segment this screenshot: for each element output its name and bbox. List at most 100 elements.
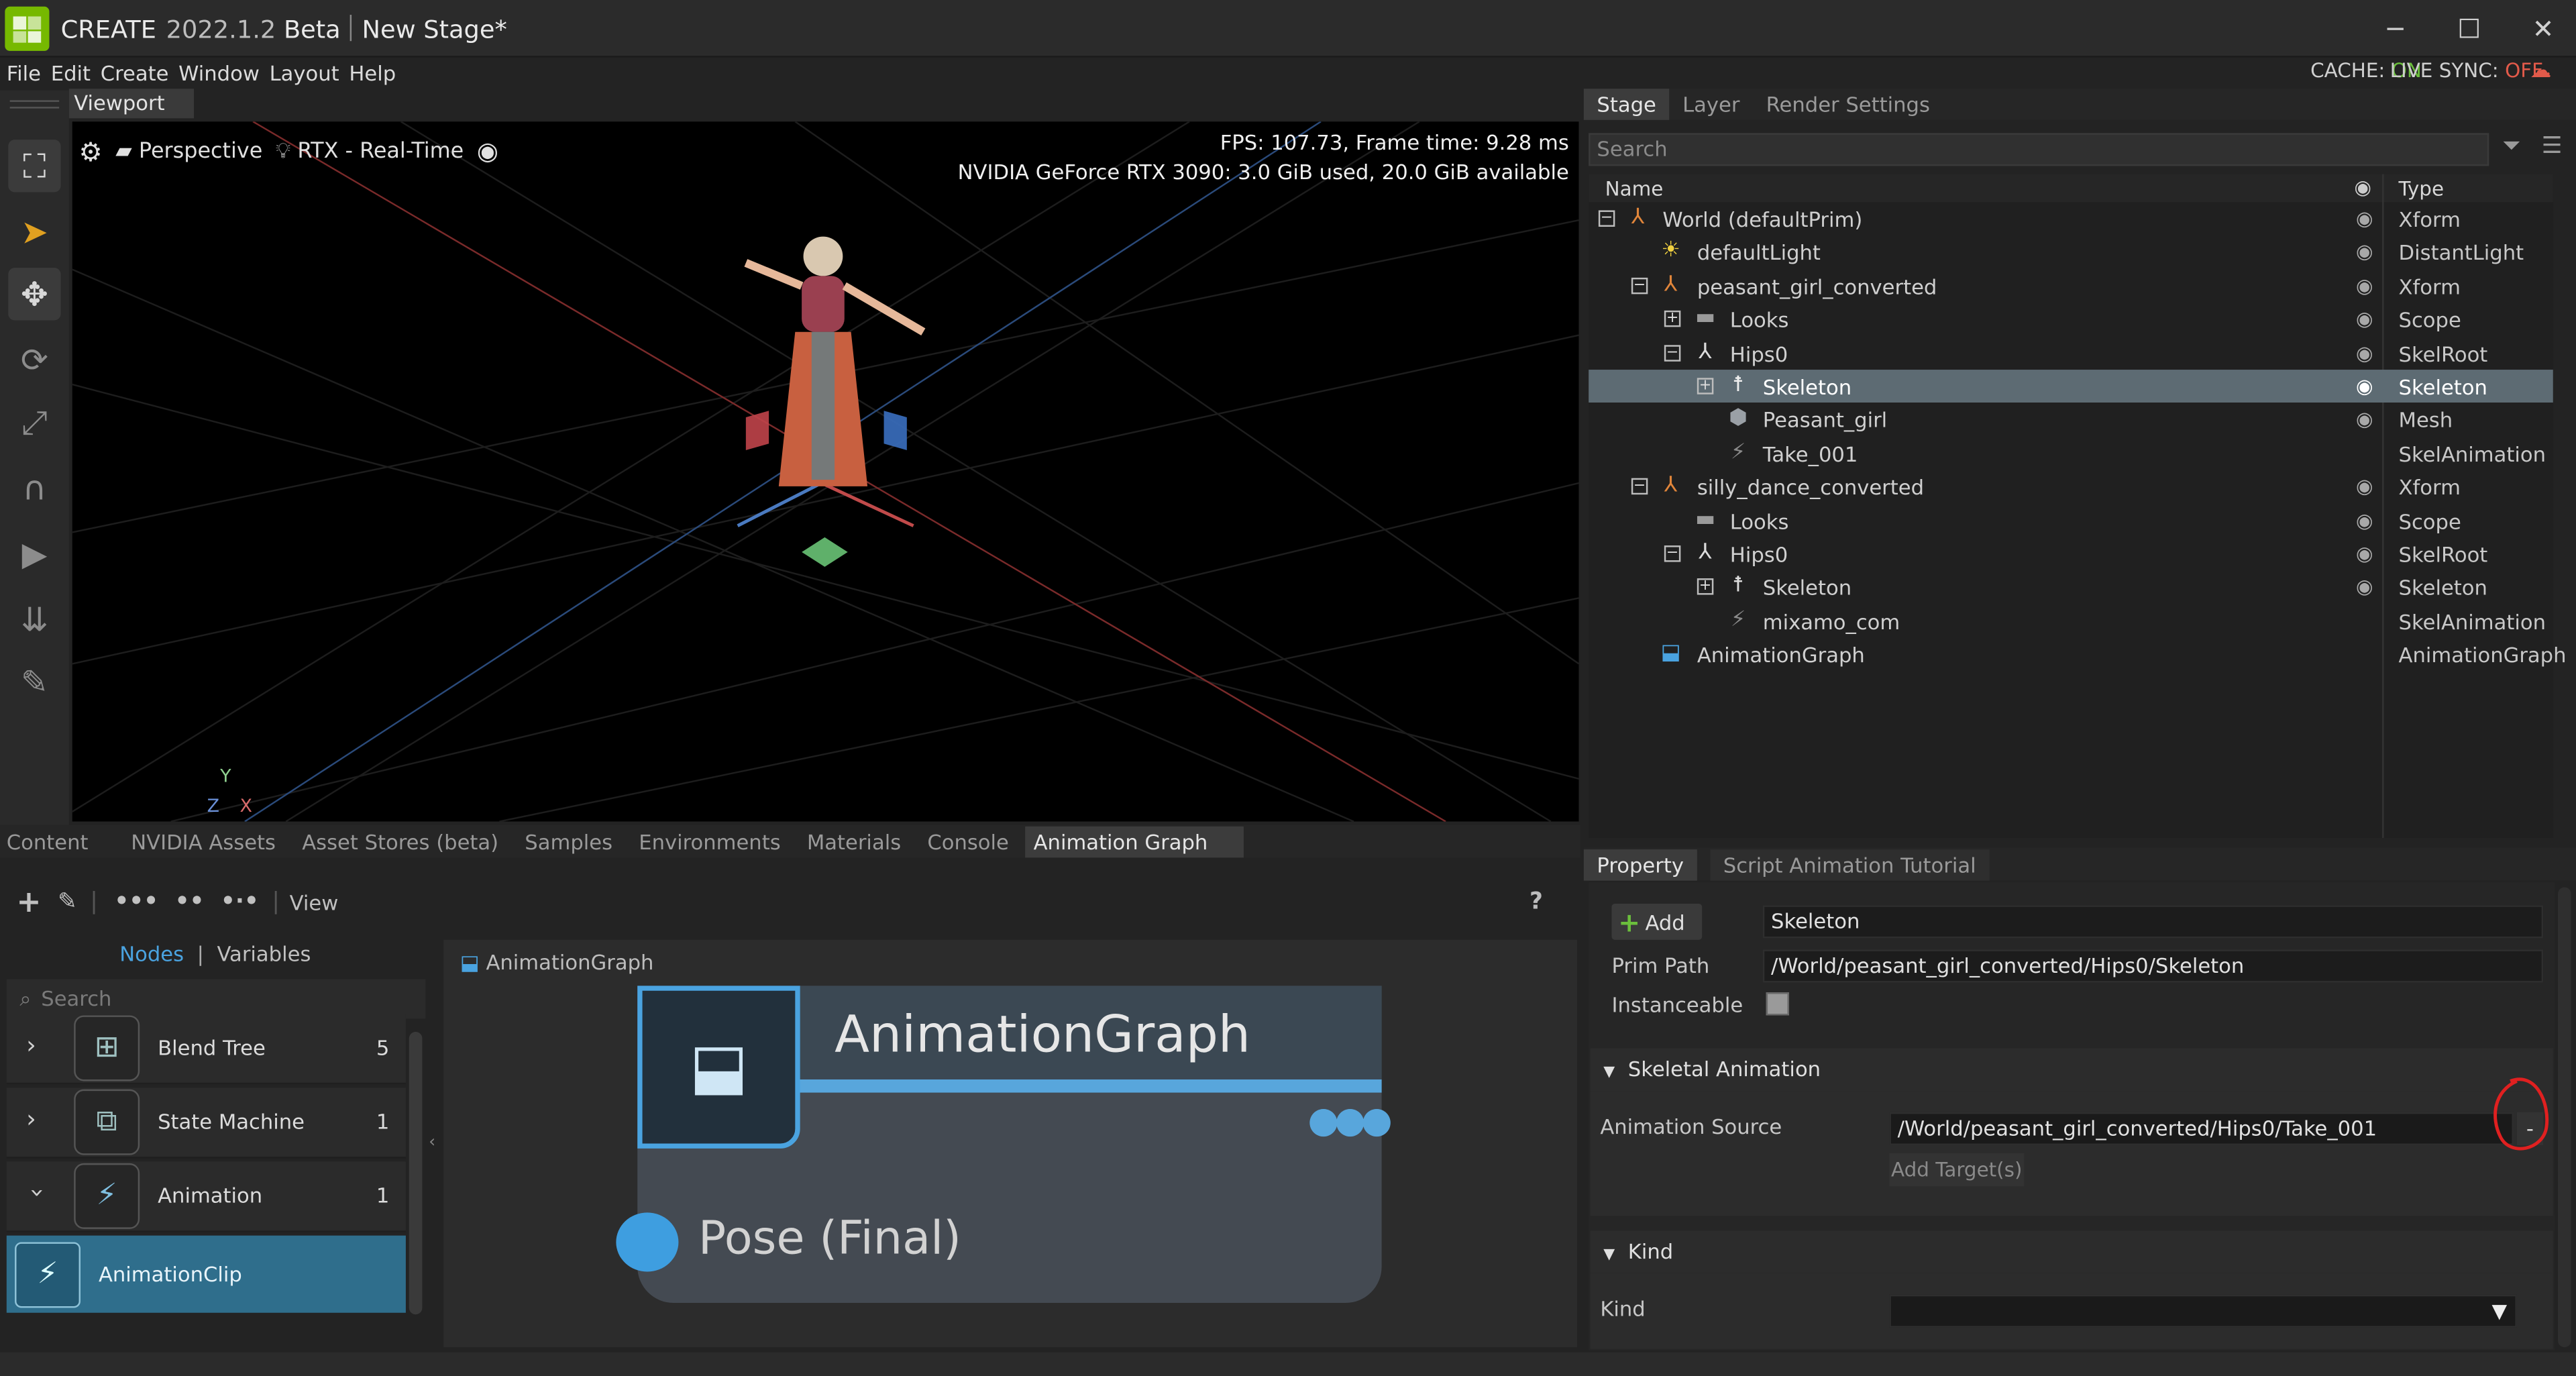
scale-icon[interactable]: ⤢ [8,396,60,448]
collapse-icon[interactable]: − [1664,545,1681,562]
renderer-button[interactable]: 💡︎ RTX - Real-Time [276,139,464,164]
viewport-canvas[interactable]: Y Z X ⚙ ▰ Perspective 💡︎ RTX - Real-Time… [72,121,1579,822]
chevron-down-icon[interactable]: › [23,1188,52,1198]
node-category-row[interactable]: › ⧉ State Machine 1 [6,1088,406,1159]
col-name[interactable]: Name [1605,177,1664,200]
collapse-panel-icon[interactable]: ‹ [429,1134,435,1152]
tree-row-selected[interactable]: + ☨ Skeleton ◉ Skeleton [1589,370,2553,403]
visibility-eye-icon[interactable]: ◉ [2356,408,2373,431]
visibility-eye-icon[interactable]: ◉ [2356,341,2373,364]
tab-render-settings[interactable]: Render Settings [1753,89,1943,120]
tree-row[interactable]: + ▬ Looks ◉ Scope [1589,303,2553,336]
expand-icon[interactable]: + [1697,579,1714,596]
select-arrow-icon[interactable]: ➤ [8,205,60,258]
tree-row[interactable]: + ☨ Skeleton ◉ Skeleton [1589,571,2553,604]
visibility-eye-icon[interactable]: ◉ [2356,509,2373,531]
camera-button[interactable]: ▰ Perspective [115,139,262,164]
visibility-eye-icon[interactable]: ◉ [2356,241,2373,264]
visibility-eye-icon[interactable]: ◉ [2356,274,2373,297]
pencil-icon[interactable]: ✎ [58,889,77,915]
minimize-button[interactable]: ─ [2375,10,2415,50]
menu-help[interactable]: Help [349,60,396,85]
col-type[interactable]: Type [2399,177,2445,200]
visibility-eye-icon[interactable]: ◉ [2356,307,2373,330]
menu-window[interactable]: Window [178,60,260,85]
menu-create[interactable]: Create [101,60,169,85]
node-category-row[interactable]: › ⊞ Blend Tree 5 [6,1014,406,1085]
animation-source-field[interactable]: /World/peasant_girl_converted/Hips0/Take… [1889,1112,2514,1145]
drop-icon[interactable]: ⇊ [8,593,60,645]
tree-row[interactable]: − ⅄ Hips0 ◉ SkelRoot [1589,537,2553,571]
collapse-icon[interactable]: − [1598,210,1615,227]
dots-three-icon[interactable]: ••• [114,889,158,915]
view-menu[interactable]: View [290,890,339,914]
help-icon[interactable]: ? [1529,889,1543,915]
dots-two-icon[interactable]: •• [175,889,205,915]
tab-samples[interactable]: Samples [519,826,619,857]
visibility-eye-icon[interactable]: ◉ [2356,542,2373,565]
paint-icon[interactable]: ✎ [8,655,60,708]
filter-icon[interactable]: ⏷ [2502,133,2520,159]
menu-layout[interactable]: Layout [270,60,339,85]
chevron-right-icon[interactable]: › [26,1030,36,1060]
collapse-icon[interactable]: − [1664,344,1681,361]
menu-edit[interactable]: Edit [51,60,91,85]
instanceable-checkbox[interactable] [1766,992,1789,1016]
tree-row[interactable]: ⬓ AnimationGraph AnimationGraph [1589,638,2567,672]
move-icon[interactable]: ✥ [8,268,61,321]
prim-path-field[interactable]: /World/peasant_girl_converted/Hips0/Skel… [1762,949,2544,983]
hamburger-menu-icon[interactable]: ☰ [2542,133,2563,159]
tab-script-animation-tutorial[interactable]: Script Animation Tutorial [1710,848,1990,880]
viewport-tab[interactable]: Viewport [68,89,194,119]
graph-breadcrumb[interactable]: ⬓ AnimationGraph [460,950,654,975]
live-sync-status[interactable]: LIVE SYNC: OFF [2390,59,2543,82]
tab-materials[interactable]: Materials [800,826,908,857]
snap-icon[interactable]: ∩ [8,462,60,514]
kind-section-header[interactable]: ▼ Kind [1590,1230,2553,1273]
skeletal-animation-section-header[interactable]: ▼ Skeletal Animation [1590,1048,2553,1092]
tree-row[interactable]: ☀ defaultLight ◉ DistantLight [1589,235,2553,269]
tab-variables[interactable]: Variables [217,941,311,966]
tab-content[interactable]: Content [0,826,95,857]
visibility-eye-icon[interactable]: ◉ [2356,374,2373,397]
visibility-eye-icon[interactable]: ◉ [2356,576,2373,598]
tab-property[interactable]: Property [1583,848,1697,880]
node-list-scrollbar[interactable] [409,1031,423,1315]
tree-row[interactable]: − ⅄ peasant_girl_converted ◉ Xform [1589,269,2553,303]
visibility-eye-icon[interactable]: ◉ [2356,207,2373,230]
add-button[interactable]: + Add [1611,903,1703,940]
kind-select[interactable]: ▼ [1889,1294,2517,1328]
eye-header-icon[interactable]: ◉ [2354,176,2371,199]
expand-icon[interactable]: + [1664,311,1681,327]
chevron-right-icon[interactable]: › [26,1104,36,1134]
tree-row[interactable]: ⚡︎ mixamo_com SkelAnimation [1589,604,2553,638]
pose-input-port[interactable] [616,1212,679,1272]
node-search-input[interactable]: ⌕ Search [6,979,426,1019]
node-options-icon[interactable]: ●●● [1307,1101,1392,1142]
collapse-icon[interactable]: − [1631,478,1648,495]
property-scrollbar[interactable] [2558,887,2571,1348]
tree-row[interactable]: ▬ Looks ◉ Scope [1589,504,2553,537]
visibility-eye-icon[interactable]: ◉ [2356,475,2373,498]
add-targets-button[interactable]: Add Target(s) [1889,1153,2025,1187]
maximize-button[interactable]: ☐ [2449,10,2489,50]
expand-icon[interactable]: + [1697,378,1714,394]
tab-console[interactable]: Console [921,826,1016,857]
tab-animation-graph[interactable]: Animation Graph [1025,825,1244,857]
play-icon[interactable]: ▶ [8,527,60,580]
menu-file[interactable]: File [7,60,41,85]
dots-line-icon[interactable]: •·• [221,889,259,915]
tab-layer[interactable]: Layer [1669,89,1753,120]
add-node-icon[interactable]: + [16,885,41,919]
tree-row[interactable]: ⬢ Peasant_girl ◉ Mesh [1589,403,2553,437]
tree-row[interactable]: − ⅄ World (defaultPrim) ◉ Xform [1589,202,2553,235]
stage-search-input[interactable]: Search [1589,133,2489,166]
tab-nvidia-assets[interactable]: NVIDIA Assets [124,826,282,857]
tab-asset-stores[interactable]: Asset Stores (beta) [295,826,505,857]
tab-stage[interactable]: Stage [1583,89,1670,120]
tree-row[interactable]: − ⅄ Hips0 ◉ SkelRoot [1589,336,2553,370]
tree-row[interactable]: ⚡︎ Take_001 SkelAnimation [1589,437,2553,470]
select-mode-icon[interactable]: ⛶ [8,140,61,193]
tree-row[interactable]: − ⅄ silly_dance_converted ◉ Xform [1589,470,2553,504]
tab-nodes[interactable]: Nodes [119,941,184,966]
